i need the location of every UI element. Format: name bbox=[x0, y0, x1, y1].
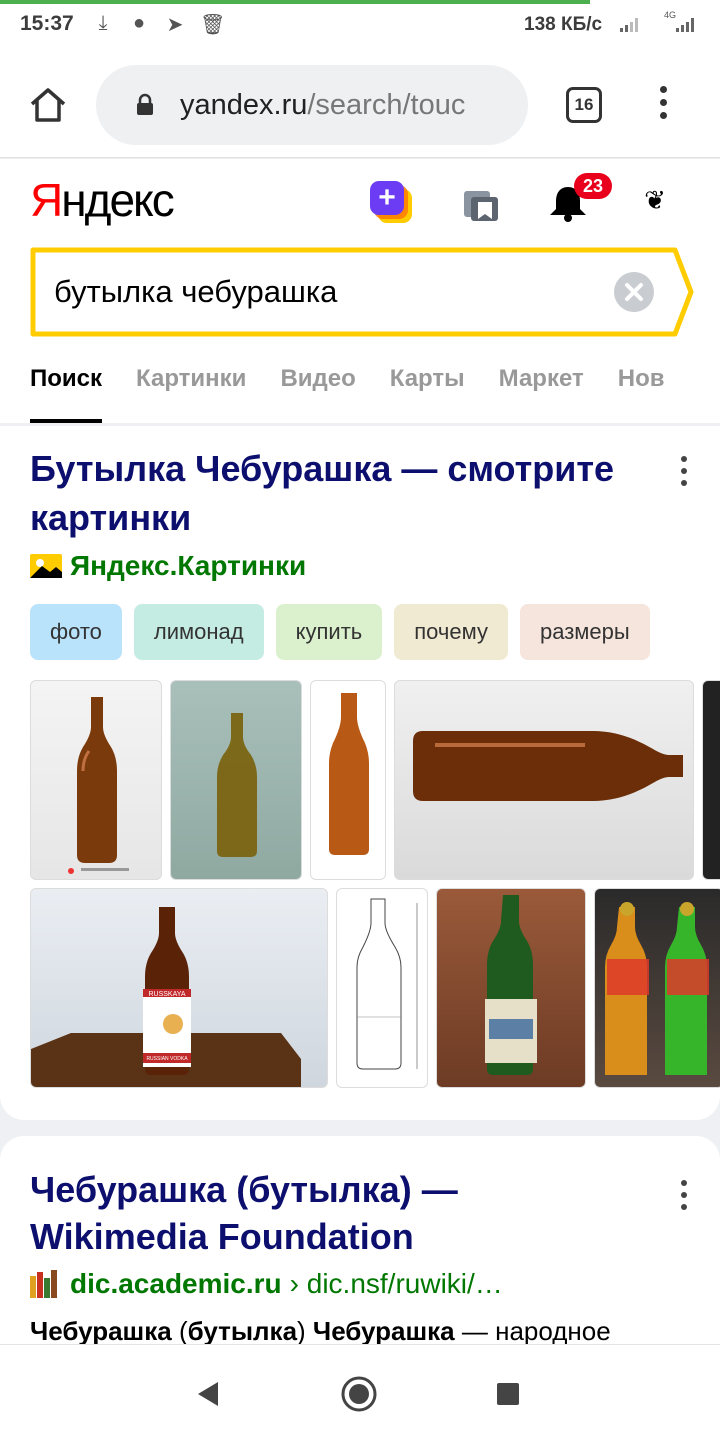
result-menu-button[interactable] bbox=[679, 456, 689, 492]
search-box[interactable]: бутылка чебурашка bbox=[30, 247, 695, 337]
notifications-badge: 23 bbox=[574, 173, 612, 199]
result-title[interactable]: Бутылка Чебурашка — смотрите картинки bbox=[30, 444, 670, 542]
status-time: 15:37 bbox=[20, 12, 74, 35]
telegram-icon: ➤ bbox=[166, 14, 184, 36]
browser-toolbar: yandex.ru/search/touc 16 bbox=[0, 50, 720, 158]
address-bar[interactable]: yandex.ru/search/touc bbox=[96, 65, 528, 145]
result-source[interactable]: dic.academic.ru › dic.nsf/ruwiki/… bbox=[30, 1268, 503, 1300]
wiki-result-card: Чебурашка (бутылка) — Wikimedia Foundati… bbox=[0, 1136, 720, 1366]
network-type: 4G bbox=[664, 10, 677, 20]
images-service-icon bbox=[30, 554, 62, 578]
search-tab[interactable]: Карты bbox=[390, 359, 465, 423]
images-result-card: Бутылка Чебурашка — смотрите картинки Ян… bbox=[0, 426, 720, 1120]
search-tab[interactable]: Картинки bbox=[136, 359, 246, 423]
refinement-chip[interactable]: купить bbox=[275, 604, 383, 660]
user-avatar-icon[interactable]: ❦ bbox=[640, 185, 670, 215]
result-source[interactable]: Яндекс.Картинки bbox=[30, 550, 306, 582]
clear-search-button[interactable] bbox=[614, 272, 654, 312]
image-thumbnail[interactable] bbox=[170, 680, 302, 880]
trash-icon: 🗑︎ bbox=[200, 14, 226, 36]
status-notification-icons: ⤓ ● ➤ 🗑︎ bbox=[92, 12, 226, 37]
url-path: /search/touc bbox=[307, 89, 466, 121]
source-path: › dic.nsf/ruwiki/… bbox=[289, 1268, 503, 1299]
search-tab[interactable]: Видео bbox=[280, 359, 355, 423]
image-thumbnail[interactable] bbox=[702, 680, 720, 880]
page-load-progress bbox=[0, 0, 590, 4]
status-network-speed: 138 КБ/с bbox=[524, 14, 603, 35]
home-icon bbox=[30, 88, 66, 122]
refinement-chip[interactable]: фото bbox=[30, 604, 122, 660]
source-domain: dic.academic.ru bbox=[70, 1268, 282, 1299]
yandex-logo[interactable]: Яндекс bbox=[30, 173, 175, 227]
source-name: Яндекс.Картинки bbox=[70, 550, 307, 581]
image-thumbnail[interactable] bbox=[30, 680, 162, 880]
lock-icon bbox=[137, 93, 153, 115]
chat-icon: ● bbox=[132, 12, 146, 34]
signal-icon bbox=[620, 16, 638, 32]
tab-switcher-button[interactable]: 16 bbox=[566, 87, 602, 123]
image-thumbnail[interactable]: RUSSKAYA RUSSIAN VODKA bbox=[30, 888, 328, 1088]
image-thumbnail[interactable] bbox=[394, 680, 694, 880]
refinement-chip[interactable]: почему bbox=[394, 604, 508, 660]
yandex-header: Яндекс + 23 ❦ бутылка чебурашка Поиск Кар… bbox=[0, 159, 720, 423]
search-tab[interactable]: Маркет bbox=[499, 359, 584, 423]
image-thumbnail[interactable] bbox=[436, 888, 586, 1088]
yandex-plus-button[interactable]: + bbox=[370, 181, 414, 225]
signal-4g-icon bbox=[676, 16, 694, 32]
image-thumbnail[interactable] bbox=[336, 888, 428, 1088]
result-title[interactable]: Чебурашка (бутылка) — Wikimedia Foundati… bbox=[30, 1166, 630, 1260]
plus-icon: + bbox=[370, 181, 404, 215]
label-band: RUSSKAYA bbox=[148, 991, 185, 998]
search-input[interactable]: бутылка чебурашка bbox=[54, 274, 337, 310]
search-tabs: Поиск Картинки Видео Карты Маркет Нов bbox=[30, 359, 720, 423]
url-domain: yandex.ru bbox=[180, 89, 308, 121]
result-menu-button[interactable] bbox=[679, 1180, 689, 1216]
refinement-chips: фото лимонад купить почему размеры bbox=[30, 604, 720, 660]
refinement-chip[interactable]: размеры bbox=[520, 604, 650, 660]
image-thumbnail[interactable] bbox=[594, 888, 720, 1088]
books-icon bbox=[30, 1270, 57, 1298]
label-footer: RUSSIAN VODKA bbox=[146, 1056, 188, 1062]
search-tab[interactable]: Поиск bbox=[30, 359, 103, 423]
home-nav-icon[interactable] bbox=[340, 1375, 378, 1413]
url-text: yandex.ru/search/touc bbox=[180, 89, 510, 122]
result-snippet: Чебурашка (бутылка) Чебурашка — народное bbox=[30, 1316, 611, 1346]
status-bar: 15:37 ⤓ ● ➤ 🗑︎ 138 КБ/с 4G bbox=[0, 0, 720, 50]
image-thumbnail[interactable] bbox=[310, 680, 386, 880]
close-icon bbox=[625, 283, 643, 301]
refinement-chip[interactable]: лимонад bbox=[133, 604, 264, 660]
browser-menu-button[interactable] bbox=[656, 86, 670, 126]
collections-icon[interactable] bbox=[462, 189, 500, 223]
download-icon: ⤓ bbox=[98, 12, 108, 34]
back-icon[interactable] bbox=[196, 1381, 220, 1407]
system-navigation-bar bbox=[0, 1344, 720, 1440]
home-button[interactable] bbox=[28, 86, 68, 124]
search-tab[interactable]: Нов bbox=[618, 359, 665, 423]
recents-icon[interactable] bbox=[496, 1382, 520, 1406]
